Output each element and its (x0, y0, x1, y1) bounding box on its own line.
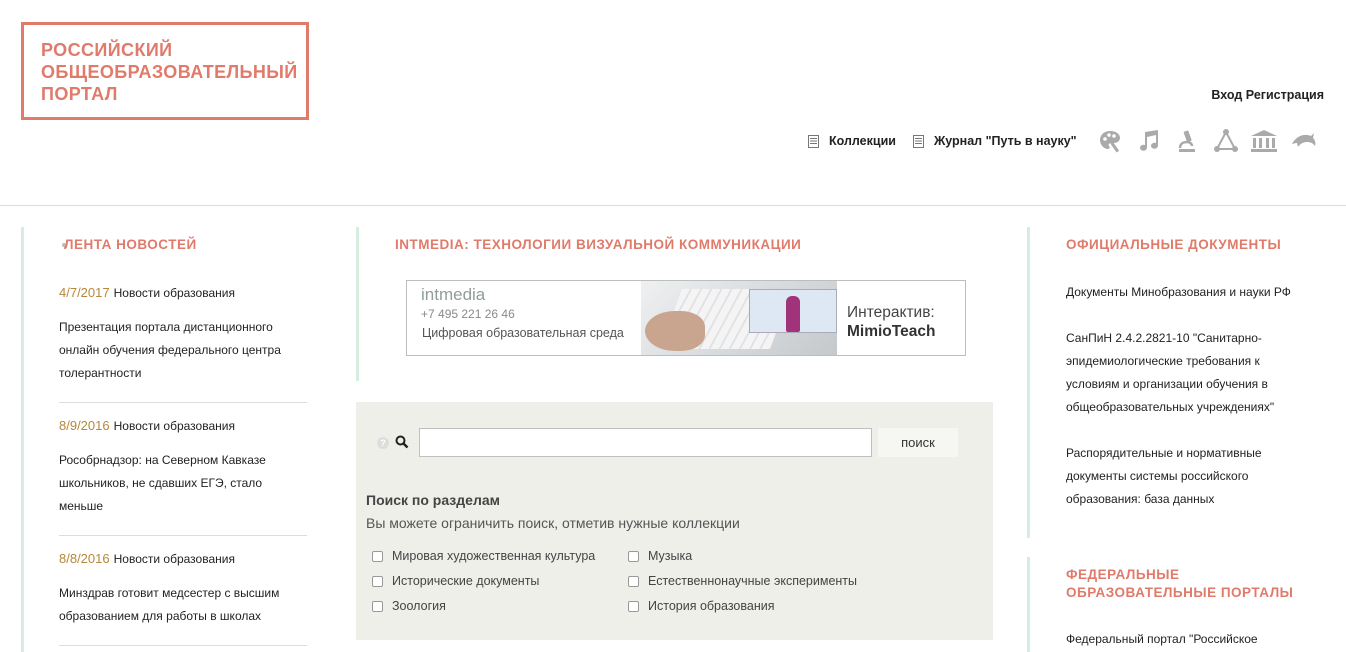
search-input[interactable] (419, 428, 872, 457)
banner-headline-2: MimioTeach (847, 323, 936, 340)
checkbox[interactable] (628, 550, 639, 562)
news-text[interactable]: Рособрнадзор: на Северном Кавказе школьн… (59, 449, 307, 518)
banner-photo (641, 281, 837, 355)
news-category[interactable]: Новости образования (114, 286, 235, 300)
checkbox-label: Исторические документы (392, 574, 540, 588)
portal-link[interactable]: Федеральный портал "Российское (1066, 628, 1316, 651)
news-item: 8/9/2016 Новости образования Рособрнадзор… (59, 414, 307, 518)
doc-link[interactable]: Документы Минобразования и науки РФ (1066, 281, 1316, 304)
search-icon (395, 435, 409, 449)
news-item: 4/7/2017 Новости образования Презентация … (59, 281, 307, 385)
banner-tagline: Цифровая образовательная среда (422, 326, 624, 340)
checkbox[interactable] (372, 550, 383, 562)
federal-portals-title: ФЕДЕРАЛЬНЫЕ ОБРАЗОВАТЕЛЬНЫЕ ПОРТАЛЫ (1066, 567, 1294, 600)
hand-image (645, 311, 705, 351)
journal-label: Журнал "Путь в науку" (933, 134, 1077, 148)
doc-link[interactable]: СанПиН 2.4.2.2821-10 "Санитарно-эпидемио… (1066, 327, 1291, 419)
search-panel: ? поиск Поиск по разделам Вы можете огра… (356, 402, 993, 640)
whiteboard-image (749, 289, 837, 333)
search-sections-hint: Вы можете ограничить поиск, отметив нужн… (366, 515, 740, 531)
news-category[interactable]: Новости образования (114, 552, 235, 566)
official-docs-title: ОФИЦИАЛЬНЫЕ ДОКУМЕНТЫ (1066, 237, 1282, 252)
checkbox-historical-docs[interactable]: Исторические документы (372, 574, 539, 588)
teacher-image (786, 296, 800, 332)
checkbox[interactable] (372, 600, 383, 612)
checkbox-art-culture[interactable]: Мировая художественная культура (372, 549, 595, 563)
news-date[interactable]: 8/8/2016 (59, 551, 110, 566)
checkbox-label: Музыка (648, 549, 693, 563)
auth-links: Вход Регистрация (1211, 88, 1324, 102)
checkbox[interactable] (628, 600, 639, 612)
doc-link[interactable]: Распорядительные и нормативные документы… (1066, 442, 1271, 511)
checkbox-label: Зоология (392, 599, 446, 613)
intmedia-title: INTMEDIA: ТЕХНОЛОГИИ ВИЗУАЛЬНОЙ КОММУНИК… (395, 237, 802, 252)
checkbox-music[interactable]: Музыка (628, 549, 692, 563)
banner-headline: Интерактив: MimioTeach (847, 303, 935, 341)
checkbox-zoology[interactable]: Зоология (372, 599, 446, 613)
checkbox[interactable] (628, 575, 639, 587)
checkbox[interactable] (372, 575, 383, 587)
news-item: 8/8/2016 Новости образования Минздрав гот… (59, 547, 307, 628)
site-logo[interactable]: РОССИЙСКИЙ ОБЩЕОБРАЗОВАТЕЛЬНЫЙ ПОРТАЛ (21, 22, 309, 120)
checkbox-label: История образования (648, 599, 775, 613)
collections-label: Коллекции (829, 134, 896, 148)
news-divider (59, 645, 307, 646)
banner-logo: intmedia (421, 285, 486, 304)
checkbox-science-experiments[interactable]: Естественнонаучные эксперименты (628, 574, 857, 588)
register-link[interactable]: Регистрация (1246, 88, 1324, 102)
checkbox-education-history[interactable]: История образования (628, 599, 774, 613)
news-divider (59, 535, 307, 536)
document-icon (912, 134, 924, 148)
logo-line-3: ПОРТАЛ (41, 84, 118, 104)
triangle-network-icon[interactable] (1211, 126, 1241, 156)
top-links: Коллекции Журнал "Путь в науку" (808, 134, 1094, 148)
checkbox-label: Естественнонаучные эксперименты (648, 574, 858, 588)
news-title: ЛЕНТА НОВОСТЕЙ (64, 237, 197, 252)
palette-icon[interactable] (1095, 126, 1125, 156)
header-divider (0, 205, 1346, 206)
collections-link[interactable]: Коллекции (808, 134, 896, 148)
news-text[interactable]: Презентация портала дистанционного онлай… (59, 316, 307, 385)
section-accent-bar (356, 227, 359, 381)
search-sections-title: Поиск по разделам (366, 492, 500, 508)
section-accent-bar (1027, 557, 1030, 652)
music-note-icon[interactable] (1134, 126, 1164, 156)
news-category[interactable]: Новости образования (114, 419, 235, 433)
search-button[interactable]: поиск (878, 428, 958, 457)
dolphin-icon[interactable] (1288, 126, 1318, 156)
logo-line-2: ОБЩЕОБРАЗОВАТЕЛЬНЫЙ (41, 62, 298, 82)
news-date[interactable]: 8/9/2016 (59, 418, 110, 433)
news-text[interactable]: Минздрав готовит медсестер с высшим обра… (59, 582, 307, 628)
museum-icon[interactable] (1249, 126, 1279, 156)
banner-phone: +7 495 221 26 46 (421, 307, 515, 321)
intmedia-banner[interactable]: intmedia +7 495 221 26 46 Цифровая образ… (406, 280, 966, 356)
login-link[interactable]: Вход (1211, 88, 1242, 102)
logo-line-1: РОССИЙСКИЙ (41, 40, 173, 60)
checkbox-label: Мировая художественная культура (392, 549, 596, 563)
document-icon (808, 134, 819, 148)
journal-link[interactable]: Журнал "Путь в науку" (912, 134, 1077, 148)
microscope-icon[interactable] (1172, 126, 1202, 156)
news-date[interactable]: 4/7/2017 (59, 285, 110, 300)
help-icon[interactable]: ? (377, 437, 389, 449)
news-divider (59, 402, 307, 403)
category-icons (1095, 126, 1326, 156)
section-accent-bar (1027, 227, 1030, 538)
banner-headline-1: Интерактив: (847, 304, 935, 321)
